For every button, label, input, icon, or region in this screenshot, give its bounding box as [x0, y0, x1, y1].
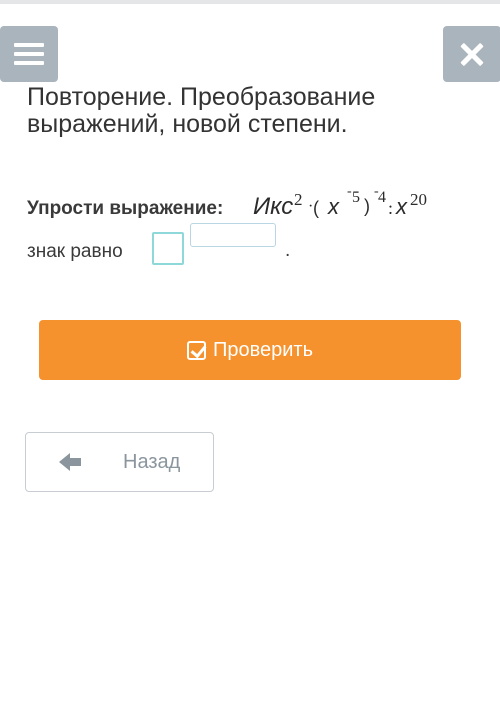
- close-button[interactable]: [443, 26, 500, 82]
- menu-icon: [14, 43, 44, 65]
- expr-variable-1: x: [328, 194, 339, 219]
- expr-open-paren: (: [313, 198, 319, 218]
- check-button[interactable]: Проверить: [39, 320, 461, 380]
- menu-button[interactable]: [0, 26, 58, 82]
- back-button[interactable]: Назад: [25, 432, 214, 492]
- close-icon: [460, 42, 484, 67]
- answer-period: .: [285, 240, 291, 261]
- back-button-label: Назад: [123, 451, 181, 473]
- expr-base: Икс: [253, 193, 294, 220]
- expr-colon: :: [388, 198, 394, 218]
- arrow-left-icon: [59, 453, 81, 471]
- checkbox-icon: [186, 340, 206, 360]
- expr-exponent-2: 5: [352, 189, 360, 206]
- equals-label: знак равно: [27, 241, 123, 262]
- check-button-label: Проверить: [212, 338, 314, 361]
- page-title: Повторение. Преобразование выражений, но…: [27, 83, 376, 138]
- expr-variable-2: x: [396, 194, 407, 219]
- expr-exponent-1: 2: [294, 190, 303, 209]
- expr-exponent-4: 20: [410, 190, 427, 209]
- task-label: Упрости выражение:: [27, 198, 224, 219]
- answer-row: знак равно .: [27, 223, 487, 272]
- answer-base-input[interactable]: [152, 232, 184, 265]
- answer-exponent-input[interactable]: [190, 223, 276, 247]
- expr-minus-1: -: [347, 184, 352, 199]
- expr-exponent-3: 4: [378, 189, 386, 206]
- expr-close-paren: ): [364, 196, 370, 216]
- task-row: Упрости выражение: Икс 2 · ( x - 5 ) - 4…: [27, 184, 487, 228]
- top-divider: [0, 0, 500, 4]
